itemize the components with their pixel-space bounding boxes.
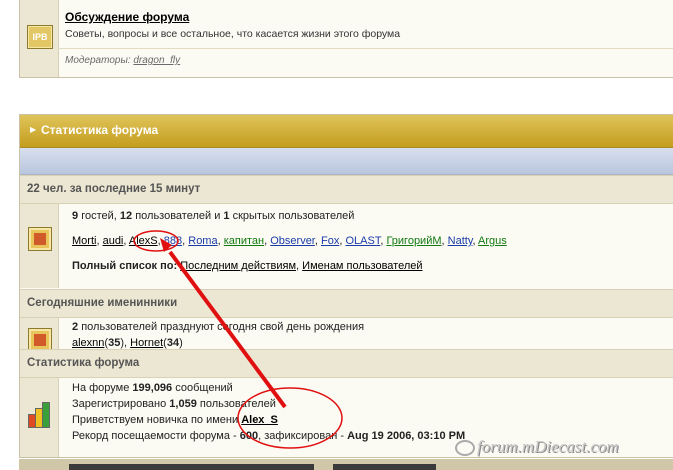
board-stats-icon-cell (20, 378, 59, 457)
online-user-link[interactable]: Natty (448, 235, 473, 247)
birthday-user-link[interactable]: Hornet (130, 337, 163, 349)
moderators-row: Модераторы: dragon_fly (58, 48, 673, 78)
online-user-link[interactable]: AlexS (129, 235, 158, 247)
online-icon-cell (20, 204, 59, 288)
forum-description: Советы, вопросы и все остальное, что кас… (65, 28, 401, 40)
bottom-button-right[interactable] (333, 464, 436, 470)
online-user-link[interactable]: Morti (72, 235, 96, 247)
online-user-link[interactable]: OLAST (345, 235, 380, 247)
online-user-link[interactable]: ГригорийМ (386, 235, 441, 247)
posts-count: На форуме 199,096 сообщений (72, 382, 233, 394)
sort-recent-link[interactable]: Последним действиям (180, 260, 296, 272)
stats-subheader-bar (20, 148, 673, 175)
registered-count: Зарегистрировано 1,059 пользователей (72, 398, 276, 410)
bar-chart-icon (28, 402, 52, 428)
board-stats-heading-text: Статистика форума (27, 357, 140, 369)
users-online-icon (28, 227, 52, 251)
birthdays-heading-text: Сегодняшние именинники (27, 297, 178, 309)
bottom-button-left[interactable] (69, 464, 314, 470)
online-section-heading: 22 чел. за последние 15 минут (20, 175, 673, 204)
online-section-body: 9 гостей, 12 пользователей и 1 скрытых п… (20, 204, 673, 288)
full-list-row: Полный список по: Последним действиям, И… (72, 260, 423, 272)
birthday-user-link[interactable]: alexnn (72, 337, 104, 349)
online-users-list: Morti, audi, AlexS, 888, Roma, капитан, … (72, 235, 507, 247)
sort-names-link[interactable]: Именам пользователей (302, 260, 422, 272)
forum-icon-cell: IPB (20, 0, 59, 77)
online-user-link[interactable]: Fox (321, 235, 339, 247)
bottom-strip (19, 459, 673, 470)
online-counts: 9 гостей, 12 пользователей и 1 скрытых п… (72, 210, 355, 222)
stats-header-title: Статистика форума (41, 123, 159, 137)
birthdays-section-heading: Сегодняшние именинники (20, 289, 673, 318)
moderator-link[interactable]: dragon_fly (133, 55, 180, 66)
ipb-forum-icon: IPB (27, 25, 53, 49)
birthdays-list: alexnn(35), Hornet(34) (72, 337, 183, 349)
site-watermark: forum.mDiecast.com (455, 437, 619, 457)
eye-logo-icon (455, 440, 475, 457)
online-user-link[interactable]: 888 (164, 235, 182, 247)
stats-header[interactable]: ▶ Статистика форума (20, 115, 673, 148)
arrow-right-icon: ▶ (30, 125, 37, 134)
board-stats-section-heading: Статистика форума (20, 349, 673, 378)
online-user-link[interactable]: Argus (478, 235, 507, 247)
online-heading-text: 22 чел. за последние 15 минут (27, 183, 201, 195)
forum-stats-panel: ▶ Статистика форума 22 чел. за последние… (19, 114, 673, 458)
online-user-link[interactable]: audi (103, 235, 124, 247)
birthdays-summary: 2 пользователей празднуют сегодня свой д… (72, 321, 365, 333)
newest-member-link[interactable]: Alex_S (241, 414, 278, 426)
online-user-link[interactable]: капитан (224, 235, 264, 247)
forum-row: IPB Обсуждение форума Советы, вопросы и … (19, 0, 673, 78)
record-attendance: Рекорд посещаемости форума - 600, зафикс… (72, 430, 466, 442)
moderators-label: Модераторы: dragon_fly (65, 55, 181, 66)
online-user-link[interactable]: Roma (188, 235, 217, 247)
online-user-link[interactable]: Observer (270, 235, 315, 247)
newest-member: Приветствуем новичка по имени Alex_S (72, 414, 278, 426)
forum-title-link[interactable]: Обсуждение форума (65, 10, 189, 24)
